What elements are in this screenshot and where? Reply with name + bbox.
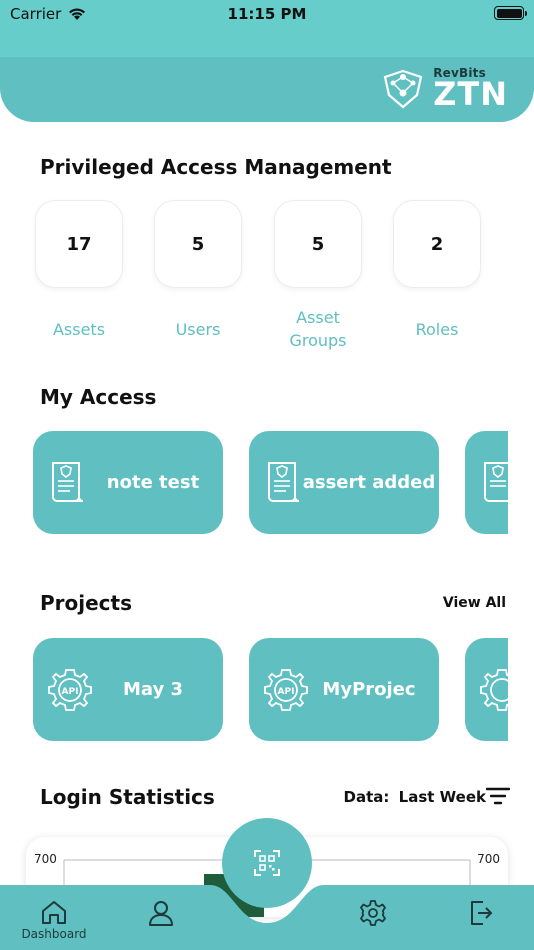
- qr-scan-icon: [254, 850, 280, 876]
- stat-assets-count[interactable]: 17: [35, 200, 123, 288]
- project-card[interactable]: API May 3: [33, 638, 223, 741]
- view-all-projects-link[interactable]: View All: [443, 595, 506, 611]
- status-bar: Carrier 11:15 PM: [0, 0, 534, 57]
- battery-icon: [494, 6, 527, 20]
- access-card-label: assert added: [302, 472, 436, 493]
- my-access-title: My Access: [40, 385, 157, 409]
- access-card-label: note test: [106, 472, 200, 493]
- stat-asset-groups-label[interactable]: Asset Groups: [272, 306, 364, 352]
- status-time: 11:15 PM: [227, 5, 307, 23]
- projects-title: Projects: [40, 591, 133, 615]
- tab-settings[interactable]: [338, 899, 408, 949]
- tab-dashboard-label: Dashboard: [21, 927, 87, 941]
- project-card-label: May 3: [122, 679, 184, 700]
- stat-users-count[interactable]: 5: [154, 200, 242, 288]
- qr-scan-button[interactable]: [222, 818, 312, 908]
- api-gear-icon: [480, 669, 508, 711]
- logout-icon: [471, 901, 493, 925]
- tab-profile[interactable]: [126, 899, 196, 949]
- projects-carousel[interactable]: API May 3 API MyProjec: [33, 638, 508, 741]
- project-card-label: MyProjec: [322, 679, 416, 700]
- stat-roles-label[interactable]: Roles: [382, 318, 492, 341]
- stat-users-label[interactable]: Users: [143, 318, 253, 341]
- shield-network-icon: [383, 69, 423, 108]
- access-card[interactable]: note test: [33, 431, 223, 534]
- my-access-carousel[interactable]: note test assert added: [33, 431, 508, 534]
- revbits-ztn-logo: RevBits ZTN: [381, 67, 508, 110]
- stat-asset-groups-count[interactable]: 5: [274, 200, 362, 288]
- stat-assets-label[interactable]: Assets: [24, 318, 134, 341]
- tab-logout[interactable]: [446, 899, 516, 949]
- document-certificate-icon: [484, 462, 508, 502]
- home-icon: [42, 901, 66, 924]
- user-icon: [149, 901, 173, 926]
- pam-title: Privileged Access Management: [40, 155, 392, 179]
- data-filter-selector[interactable]: Data: Last Week: [344, 788, 486, 806]
- login-stats-title: Login Statistics: [40, 785, 215, 809]
- tab-dashboard[interactable]: Dashboard: [19, 899, 89, 949]
- filter-icon[interactable]: [486, 786, 510, 806]
- gear-icon: [360, 900, 386, 926]
- stat-roles-count[interactable]: 2: [393, 200, 481, 288]
- logo-product: ZTN: [433, 75, 508, 113]
- app-header: RevBits ZTN: [0, 57, 534, 122]
- project-card[interactable]: API MyProjec: [249, 638, 439, 741]
- access-card[interactable]: assert added: [249, 431, 439, 534]
- access-card[interactable]: [465, 431, 508, 534]
- data-filter-prefix: Data:: [343, 788, 390, 806]
- project-card[interactable]: [465, 638, 508, 741]
- data-filter-value: Last Week: [398, 788, 486, 806]
